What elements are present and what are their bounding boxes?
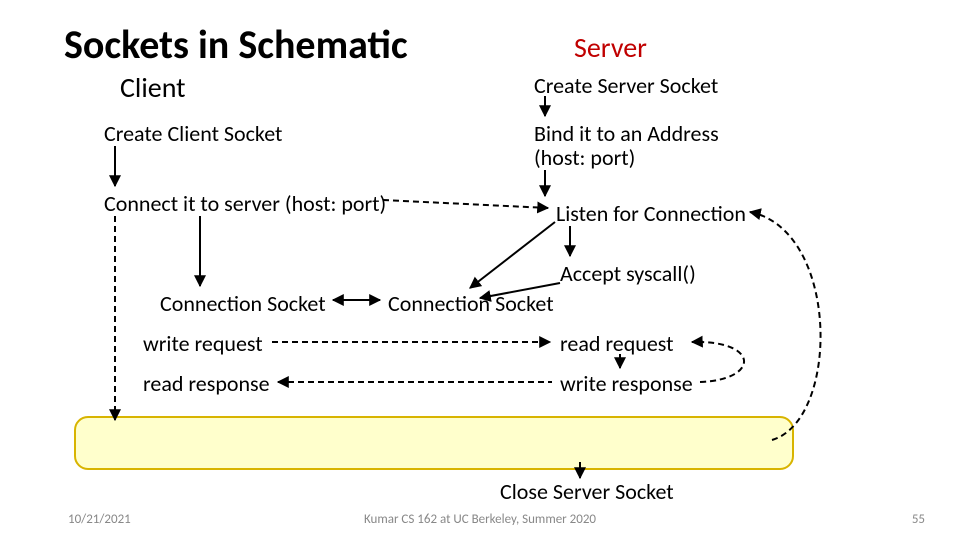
highlight-close-row — [74, 416, 794, 470]
client-read-resp: read response — [143, 370, 270, 397]
client-conn-socket: Connection Socket — [160, 290, 326, 317]
server-conn-socket: Connection Socket — [388, 290, 554, 317]
client-create: Create Client Socket — [104, 120, 282, 147]
client-write-req: write request — [143, 330, 263, 357]
server-listen: Listen for Connection — [556, 200, 746, 227]
client-header: Client — [120, 70, 186, 105]
footer-page: 55 — [912, 512, 925, 527]
footer-center: Kumar CS 162 at UC Berkeley, Summer 2020 — [0, 512, 960, 527]
server-bind-line2: (host: port) — [534, 144, 635, 171]
server-create: Create Server Socket — [534, 72, 718, 99]
server-write-resp: write response — [560, 370, 693, 397]
slide-title: Sockets in Schematic — [64, 20, 408, 69]
server-accept: Accept syscall() — [560, 260, 696, 287]
server-read-req: read request — [560, 330, 674, 357]
server-bind-line1: Bind it to an Address — [534, 120, 719, 147]
server-header: Server — [574, 30, 647, 65]
client-connect: Connect it to server (host: port) — [104, 190, 386, 217]
server-close-srv: Close Server Socket — [500, 478, 674, 505]
